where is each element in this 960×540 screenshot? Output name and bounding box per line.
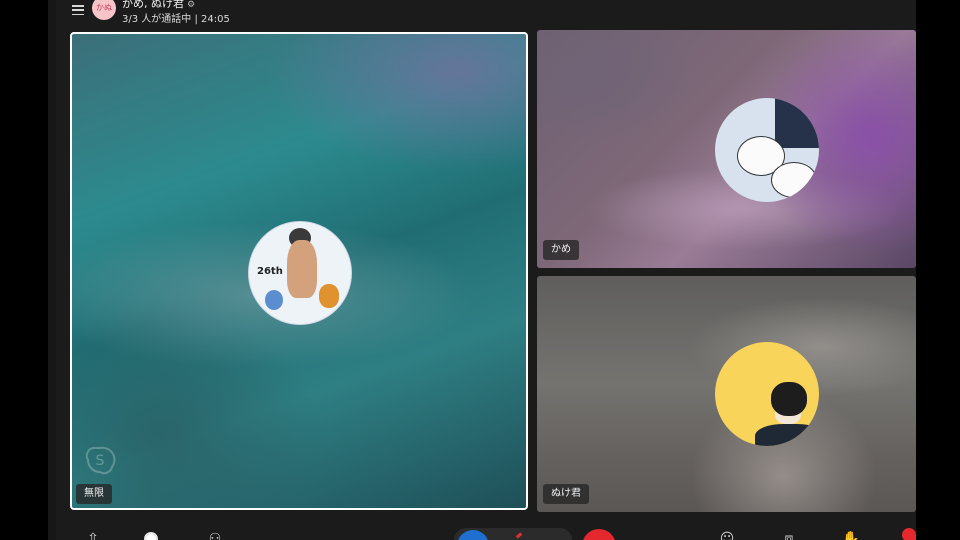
raise-hand-icon[interactable]: ✋ [840,528,862,540]
avatar-art [771,382,807,416]
hamburger-menu-icon[interactable] [72,5,84,16]
participant-avatar [715,98,819,202]
avatar-art [755,424,819,446]
gear-icon[interactable]: ⚙ [187,0,195,10]
video-tile-main[interactable]: 26th S 無限 [70,32,528,510]
svg-text:S: S [96,453,105,469]
avatar-art [771,162,817,198]
avatar-art [287,240,317,298]
call-window: かぬ かめ, ぬけ君 ⚙ 3/3 人が通話中 | 24:05 26th S 無限 … [56,0,916,540]
call-header: かぬ かめ, ぬけ君 ⚙ 3/3 人が通話中 | 24:05 [56,0,916,28]
call-status: 3/3 人が通話中 | 24:05 [122,14,230,25]
right-screen-border [916,0,960,540]
skype-logo-icon: S [85,446,116,475]
participant-avatar [715,342,819,446]
participant-avatar: 26th [248,221,352,325]
share-icon[interactable]: ⇧ [82,528,104,540]
group-avatar[interactable]: かぬ [92,0,116,20]
participant-name-label: ぬけ君 [543,484,589,504]
record-icon[interactable] [144,532,158,540]
screen-share-icon[interactable]: ⧈ [778,528,800,540]
participant-name-label: かめ [543,240,579,260]
avatar-art [265,290,283,310]
avatar-art [775,98,819,148]
participants-icon[interactable]: ⚇ [204,528,226,540]
left-screen-border [0,0,48,540]
react-icon[interactable] [902,528,916,540]
call-title-text: かめ, ぬけ君 [122,0,184,10]
video-tile-top-right[interactable]: かめ [537,30,916,268]
avatar-badge-text: 26th [257,266,283,277]
video-tile-bottom-right[interactable]: ぬけ君 [537,276,916,512]
avatar-art [319,284,339,308]
call-controls-bar: ⇧ ⚇ ☺ ⧈ ✋ [56,520,916,540]
participant-name-label: 無限 [76,484,112,504]
left-screen-edge [48,0,56,540]
chat-icon[interactable]: ☺ [716,528,738,540]
hangup-icon[interactable] [582,529,616,540]
